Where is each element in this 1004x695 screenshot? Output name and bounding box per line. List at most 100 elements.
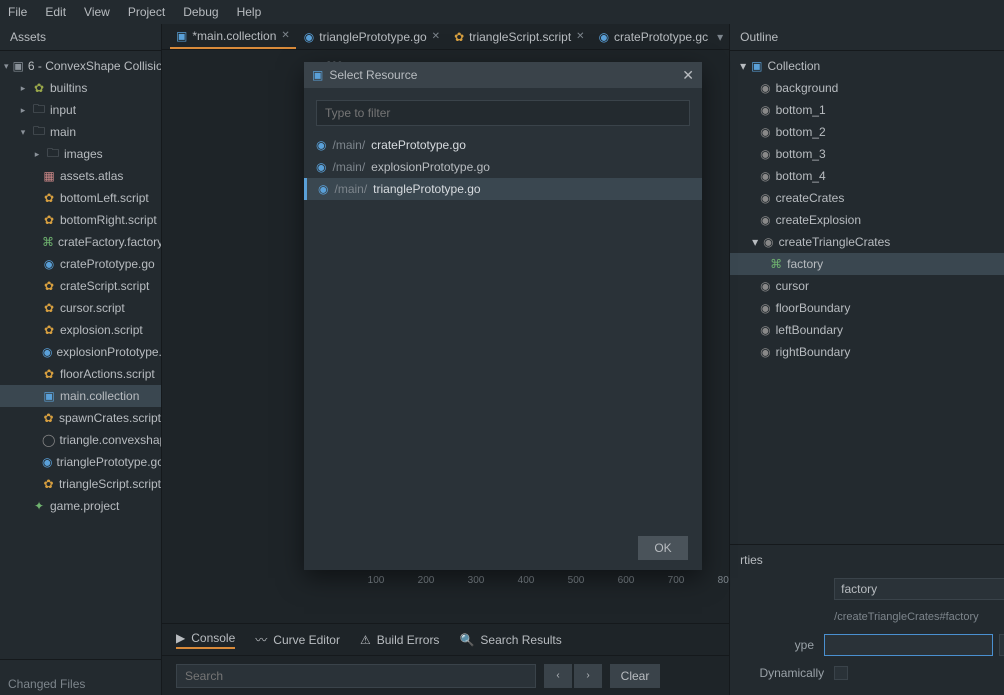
outline-createcrates[interactable]: ◉createCrates	[730, 187, 1004, 209]
outline-bottom4[interactable]: ◉bottom_4	[730, 165, 1004, 187]
tab-curve-editor[interactable]: 〰Curve Editor	[255, 631, 340, 648]
console-search-input[interactable]	[176, 664, 536, 688]
script-icon: ✿	[42, 191, 56, 205]
tab-label: Curve Editor	[273, 633, 340, 647]
tree-bottomright[interactable]: ✿bottomRight.script	[0, 209, 161, 231]
tree-builtins[interactable]: ▸✿builtins	[0, 77, 161, 99]
close-icon[interactable]: ✕	[576, 31, 584, 42]
prop-reset-button[interactable]: ←	[999, 634, 1004, 656]
tree-triconvex[interactable]: ◯triangle.convexshape	[0, 429, 161, 451]
clear-button[interactable]: Clear	[610, 664, 660, 688]
tree-explosion[interactable]: ✿explosion.script	[0, 319, 161, 341]
tree-spawncrates[interactable]: ✿spawnCrates.script	[0, 407, 161, 429]
go-icon: ◉	[599, 30, 609, 44]
search-prev-button[interactable]: ‹	[544, 664, 572, 688]
tree-maincollection[interactable]: ▣main.collection	[0, 385, 161, 407]
outline-cursor[interactable]: ◉cursor	[730, 275, 1004, 297]
dialog-header[interactable]: ▣ Select Resource ✕	[304, 62, 702, 88]
menu-help[interactable]: Help	[237, 5, 262, 19]
outline-bottom1[interactable]: ◉bottom_1	[730, 99, 1004, 121]
outline-createtriangle[interactable]: ▾◉createTriangleCrates	[730, 231, 1004, 253]
script-icon: ✿	[42, 301, 56, 315]
tree-atlas[interactable]: ▦assets.atlas	[0, 165, 161, 187]
tab-main-collection[interactable]: ▣*main.collection✕	[170, 25, 296, 49]
menu-debug[interactable]: Debug	[183, 5, 218, 19]
folder-icon: 🗀	[32, 100, 46, 121]
menu-view[interactable]: View	[84, 5, 110, 19]
prop-type-input[interactable]	[824, 634, 993, 656]
tab-search-results[interactable]: 🔍Search Results	[459, 633, 561, 647]
tree-label: bottomLeft.script	[60, 191, 149, 205]
chevron-down-icon[interactable]: ▾	[717, 30, 723, 44]
go-icon: ◉	[760, 301, 770, 315]
filter-input[interactable]	[316, 100, 690, 126]
tree-cratefactory[interactable]: ⌘ crateFactory.factory	[0, 231, 161, 253]
tree-label: cratePrototype.go	[60, 257, 155, 271]
outline-title: Outline	[730, 24, 1004, 51]
ruler-label: 200	[418, 575, 435, 586]
tab-triangle-prototype[interactable]: ◉trianglePrototype.go✕	[298, 25, 446, 49]
prop-dynamic-checkbox[interactable]	[834, 666, 848, 680]
go-icon: ◉	[304, 30, 314, 44]
outline-bottom2[interactable]: ◉bottom_2	[730, 121, 1004, 143]
tree-label: builtins	[50, 81, 87, 95]
outline-createexplosion[interactable]: ◉createExplosion	[730, 209, 1004, 231]
outline-collection[interactable]: ▾▣Collection	[730, 55, 1004, 77]
tree-bottomleft[interactable]: ✿ bottomLeft.script	[0, 187, 161, 209]
tree-label: explosion.script	[60, 323, 143, 337]
go-icon: ◉	[42, 345, 52, 359]
resource-item-triangle[interactable]: ◉/main/trianglePrototype.go	[304, 178, 702, 200]
ok-button[interactable]: OK	[638, 536, 688, 560]
go-icon: ◉	[760, 191, 770, 205]
outline-background[interactable]: ◉background	[730, 77, 1004, 99]
go-icon: ◉	[42, 455, 52, 469]
ruler-label: 100	[368, 575, 385, 586]
properties-title: rties	[740, 553, 1004, 567]
menu-file[interactable]: File	[8, 5, 27, 19]
script-icon: ✿	[42, 367, 56, 381]
outline-bottom3[interactable]: ◉bottom_3	[730, 143, 1004, 165]
tree-root[interactable]: ▾▣6 - ConvexShape Collision O	[0, 55, 161, 77]
tree-cursor[interactable]: ✿ cursor.script	[0, 297, 161, 319]
console-body: ‹ › Clear	[162, 655, 729, 695]
prop-id-input[interactable]	[834, 578, 1004, 600]
tree-triproto[interactable]: ◉trianglePrototype.go	[0, 451, 161, 473]
go-icon: ◉	[760, 81, 770, 95]
outline-factory[interactable]: ⌘factory	[730, 253, 1004, 275]
tab-crate-prototype[interactable]: ◉cratePrototype.gc▾	[593, 25, 730, 49]
close-icon[interactable]: ✕	[432, 31, 440, 42]
factory-icon: ⌘	[42, 235, 54, 249]
tree-images[interactable]: ▸🗀images	[0, 143, 161, 165]
search-next-button[interactable]: ›	[574, 664, 602, 688]
script-icon: ✿	[42, 279, 56, 293]
tree-triscript[interactable]: ✿triangleScript.script	[0, 473, 161, 495]
tree-label: crateFactory.factory	[58, 235, 161, 249]
outline-floor[interactable]: ◉floorBoundary	[730, 297, 1004, 319]
tab-build-errors[interactable]: ⚠Build Errors	[360, 633, 439, 647]
outline-right[interactable]: ◉rightBoundary	[730, 341, 1004, 363]
resource-prefix: /main/	[332, 138, 365, 152]
tree-explosionproto[interactable]: ◉explosionPrototype.go	[0, 341, 161, 363]
tree-main[interactable]: ▾🗀main	[0, 121, 161, 143]
tree-label: floorActions.script	[60, 367, 155, 381]
tree-input[interactable]: ▸🗀input	[0, 99, 161, 121]
ruler-label: 700	[668, 575, 685, 586]
outline-left[interactable]: ◉leftBoundary	[730, 319, 1004, 341]
close-icon[interactable]: ✕	[281, 30, 289, 41]
menu-project[interactable]: Project	[128, 5, 165, 19]
tree-flooractions[interactable]: ✿ floorActions.script	[0, 363, 161, 385]
tree-gameproject[interactable]: ✦game.project	[0, 495, 161, 517]
tree-cratescript[interactable]: ✿crateScript.script	[0, 275, 161, 297]
resource-item-explosion[interactable]: ◉/main/explosionPrototype.go	[304, 156, 702, 178]
tab-console[interactable]: ▶Console	[176, 631, 235, 649]
menu-edit[interactable]: Edit	[45, 5, 66, 19]
collection-icon: ▣	[42, 389, 56, 403]
console-tabs: ▶Console 〰Curve Editor ⚠Build Errors 🔍Se…	[162, 623, 729, 655]
resource-item-crate[interactable]: ◉/main/cratePrototype.go	[304, 134, 702, 156]
close-icon[interactable]: ✕	[682, 67, 694, 84]
tab-triangle-script[interactable]: ✿triangleScript.script✕	[448, 25, 591, 49]
assets-tree: ▾▣6 - ConvexShape Collision O ▸✿builtins…	[0, 51, 161, 659]
tree-crateproto[interactable]: ◉cratePrototype.go	[0, 253, 161, 275]
outline-label: createTriangleCrates	[779, 235, 891, 249]
tree-label: cursor.script	[60, 301, 125, 315]
